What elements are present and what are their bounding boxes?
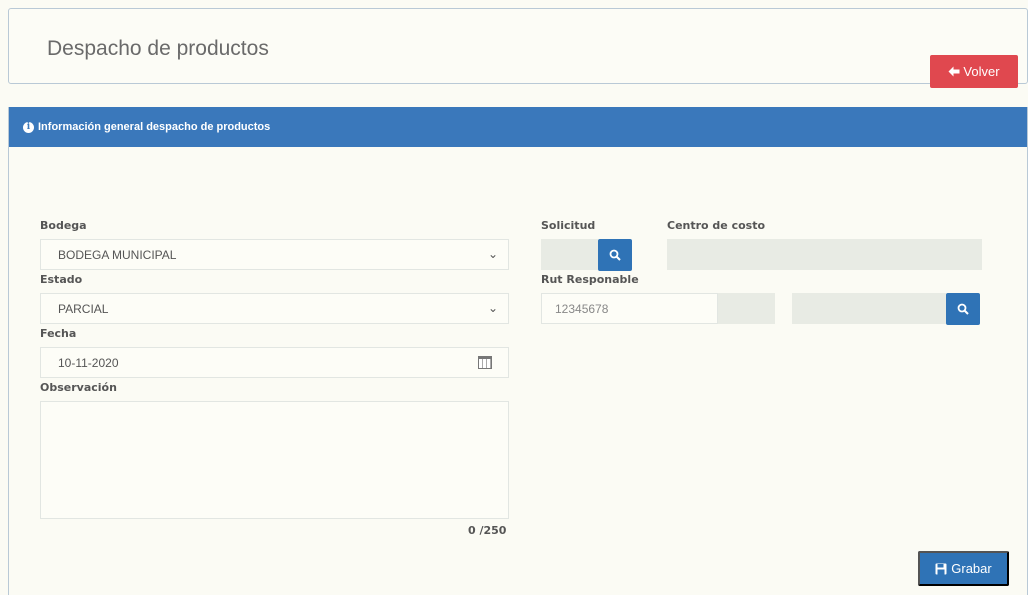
panel-header: i Información general despacho de produc… (9, 107, 1027, 147)
rut-responsable-label: Rut Responable (541, 273, 639, 286)
rut-dv-field (718, 293, 775, 324)
centro-costo-label: Centro de costo (667, 219, 766, 232)
search-icon (609, 249, 621, 261)
rut-responsable-value: 12345678 (555, 301, 609, 316)
page-title-box: Despacho de productos (8, 8, 1028, 84)
estado-select[interactable]: PARCIAL ⌄ (40, 293, 509, 324)
floppy-disk-icon (935, 563, 947, 574)
chevron-down-icon: ⌄ (487, 301, 498, 315)
arrow-left-icon (948, 66, 960, 77)
observacion-label: Observación (40, 381, 117, 394)
calendar-icon[interactable] (478, 356, 492, 369)
responsable-search-button[interactable] (946, 293, 980, 325)
estado-label: Estado (40, 273, 83, 286)
solicitud-search-button[interactable] (598, 239, 632, 271)
fecha-value: 10-11-2020 (58, 355, 119, 370)
bodega-label: Bodega (40, 219, 87, 232)
solicitud-label: Solicitud (541, 219, 596, 232)
search-icon (957, 303, 969, 315)
bodega-value: BODEGA MUNICIPAL (58, 247, 177, 262)
observacion-textarea[interactable] (40, 401, 509, 519)
responsable-name-field (792, 293, 946, 324)
observacion-counter: 0 /250 (468, 524, 507, 537)
volver-label: Volver (963, 64, 1000, 79)
bodega-select[interactable]: BODEGA MUNICIPAL ⌄ (40, 239, 509, 270)
fecha-label: Fecha (40, 327, 77, 340)
grabar-label: Grabar (951, 561, 992, 576)
info-icon: i (23, 121, 34, 133)
estado-value: PARCIAL (58, 301, 109, 316)
fecha-input[interactable]: 10-11-2020 (40, 347, 509, 378)
centro-costo-input (667, 239, 982, 270)
volver-button[interactable]: Volver (930, 55, 1018, 88)
solicitud-input[interactable] (541, 239, 598, 270)
grabar-button[interactable]: Grabar (918, 551, 1009, 586)
rut-responsable-input[interactable]: 12345678 (541, 293, 718, 324)
panel-header-label: Información general despacho de producto… (38, 121, 271, 133)
chevron-down-icon: ⌄ (487, 247, 498, 261)
page-title: Despacho de productos (47, 37, 269, 60)
